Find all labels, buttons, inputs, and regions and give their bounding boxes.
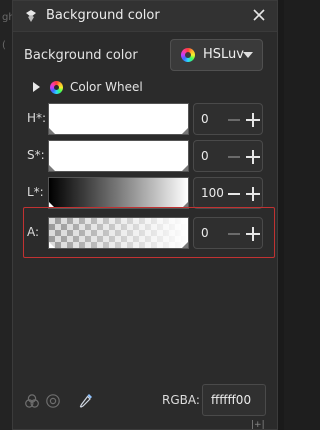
alpha-label: A:: [27, 225, 40, 239]
expand-arrow-icon[interactable]: [33, 82, 40, 92]
alpha-value[interactable]: 0: [201, 226, 209, 240]
slider-handle[interactable]: [49, 242, 55, 248]
background-color-label: Background color: [24, 48, 138, 63]
slider-end-marker: [182, 165, 188, 171]
rgb-channels-icon[interactable]: [24, 393, 40, 409]
color-model-dropdown[interactable]: HSLuv: [170, 39, 263, 71]
rgba-label: RGBA:: [162, 393, 200, 407]
alpha-slider[interactable]: [48, 217, 189, 249]
color-wheel-icon: [50, 81, 63, 94]
decrement-button[interactable]: [228, 193, 240, 195]
app-logo-icon: [26, 10, 36, 22]
resize-grip-icon[interactable]: |+|: [251, 420, 265, 430]
hue-label: H*:: [27, 111, 47, 125]
title-bar[interactable]: Background color: [13, 1, 277, 32]
saturation-spinbox[interactable]: 0: [193, 140, 263, 172]
close-icon[interactable]: [249, 5, 269, 25]
gamut-target-icon[interactable]: [45, 393, 61, 409]
slider-handle[interactable]: [49, 165, 55, 171]
footer-tools: [24, 389, 94, 411]
slider-end-marker: [182, 242, 188, 248]
dialog-title: Background color: [46, 8, 160, 23]
background-text-fragment: (: [2, 40, 6, 51]
saturation-gradient: [49, 141, 188, 171]
slider-end-marker: [182, 128, 188, 134]
slider-handle[interactable]: [49, 128, 55, 134]
lightness-label: L*:: [27, 185, 44, 199]
background-color-dialog: Background color Background color HSLuv …: [12, 0, 278, 430]
chevron-down-icon: [243, 52, 253, 58]
color-model-value: HSLuv: [203, 47, 244, 62]
background-app-edge-right: [278, 0, 284, 430]
color-wheel-toggle-label[interactable]: Color Wheel: [70, 80, 143, 94]
saturation-value[interactable]: 0: [201, 149, 209, 163]
increment-button[interactable]: [246, 227, 260, 241]
saturation-slider[interactable]: [48, 140, 189, 172]
decrement-button[interactable]: [228, 156, 240, 158]
saturation-label: S*:: [27, 148, 45, 162]
hue-slider[interactable]: [48, 103, 189, 135]
decrement-button[interactable]: [228, 233, 240, 235]
hue-value[interactable]: 0: [201, 112, 209, 126]
rgba-hex-input[interactable]: ffffff00: [202, 384, 266, 416]
color-wheel-icon: [181, 48, 195, 62]
lightness-value[interactable]: 100: [201, 186, 224, 200]
rgba-hex-value[interactable]: ffffff00: [211, 393, 251, 407]
eyedropper-icon[interactable]: [78, 392, 94, 409]
background-app-edge: ght (: [0, 0, 19, 430]
increment-button[interactable]: [246, 113, 260, 127]
hue-gradient: [49, 104, 188, 134]
alpha-spinbox[interactable]: 0: [193, 217, 263, 249]
lightness-spinbox[interactable]: 100: [193, 177, 263, 209]
alpha-gradient: [49, 218, 188, 248]
lightness-slider[interactable]: [48, 177, 189, 209]
hue-spinbox[interactable]: 0: [193, 103, 263, 135]
increment-button[interactable]: [246, 150, 260, 164]
increment-button[interactable]: [246, 187, 260, 201]
lightness-gradient: [49, 178, 188, 208]
decrement-button[interactable]: [228, 119, 240, 121]
